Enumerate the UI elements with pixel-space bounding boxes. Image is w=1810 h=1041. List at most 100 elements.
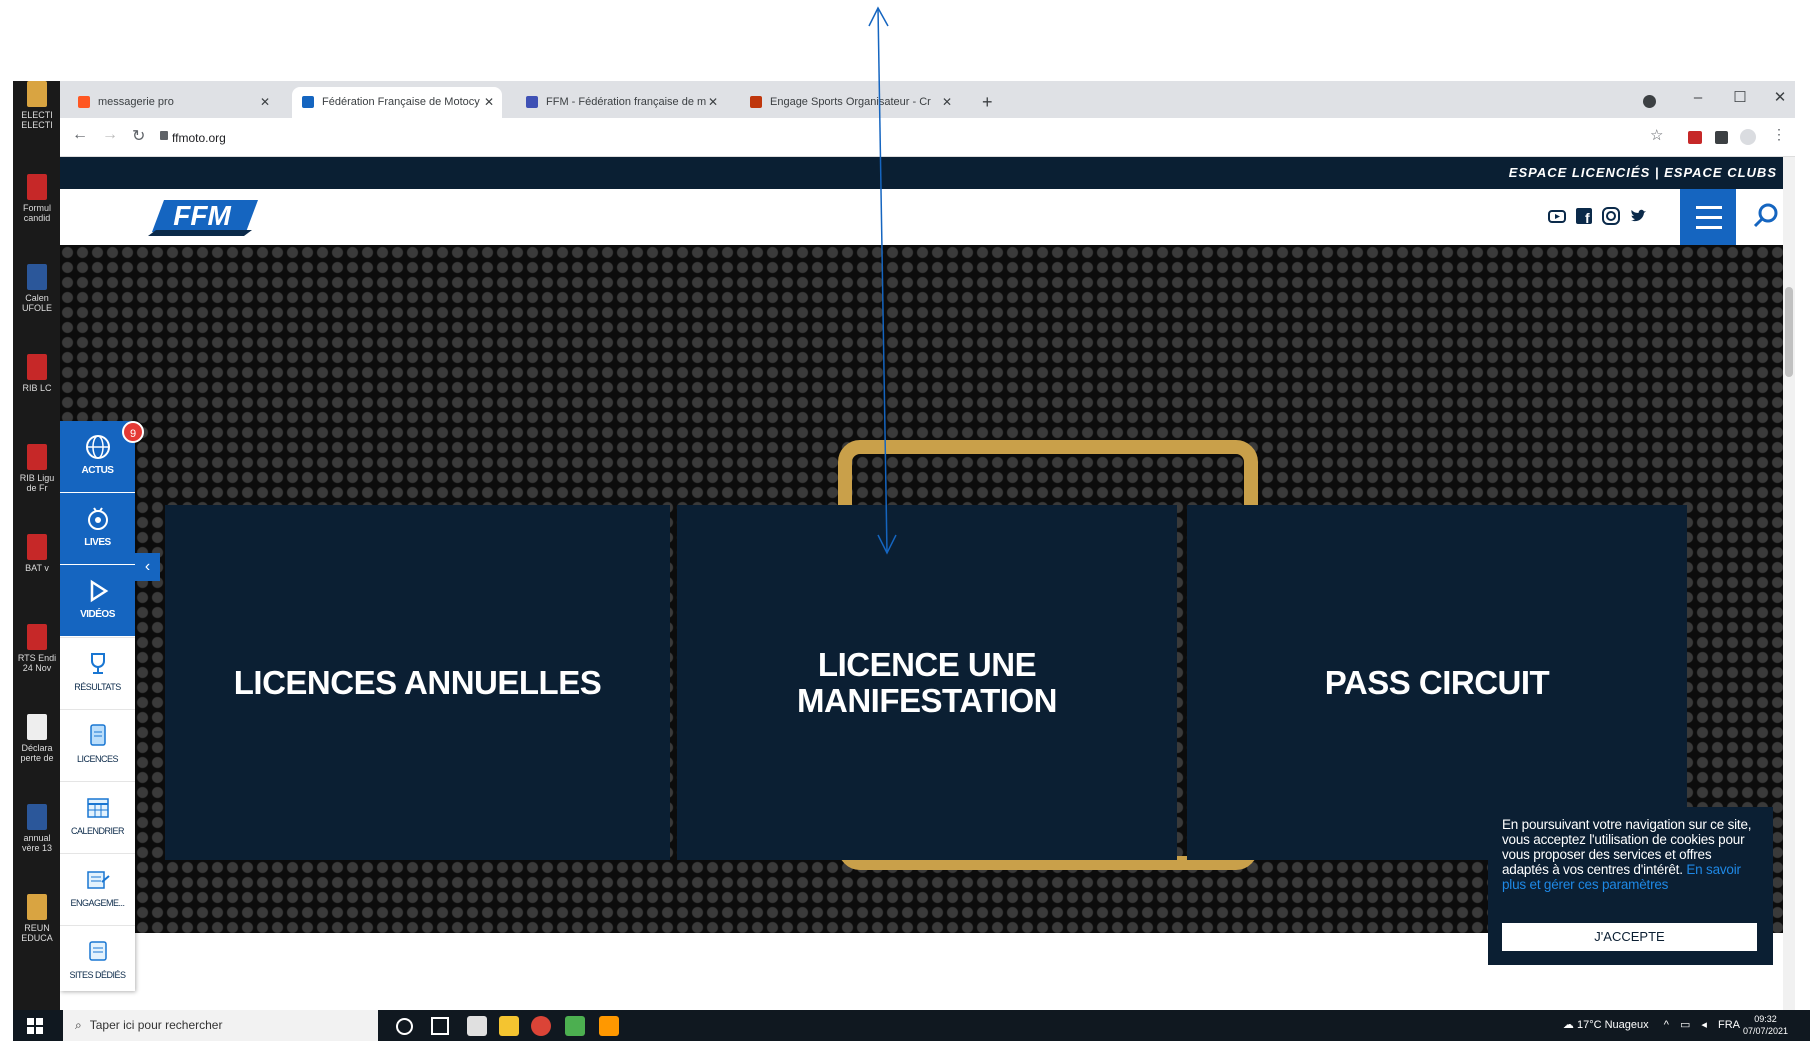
maximize-button[interactable]: ☐ <box>1720 83 1760 113</box>
tab-bar: messagerie pro ✕ Fédération Française de… <box>60 81 1795 118</box>
back-icon[interactable]: ← <box>72 126 88 144</box>
quick-licences[interactable]: LICENCES <box>60 709 135 781</box>
close-tab-icon[interactable]: ✕ <box>708 87 718 118</box>
trophy-icon <box>90 653 105 674</box>
ffm-website: ESPACE LICENCIÉS | ESPACE CLUBS FFM f LI… <box>60 157 1795 1010</box>
outlook-icon[interactable] <box>599 1016 619 1036</box>
quick-label: ENGAGEME... <box>70 898 125 908</box>
close-tab-icon[interactable]: ✕ <box>484 87 494 118</box>
file-explorer-icon[interactable] <box>499 1016 519 1036</box>
language-indicator[interactable]: FRA <box>1718 1019 1740 1031</box>
desktop-icon[interactable]: Déclara perte de <box>15 714 59 763</box>
desktop-icon[interactable]: Formul candid <box>15 174 59 223</box>
volume-icon[interactable]: ◂ <box>1701 1019 1707 1031</box>
cookie-banner: En poursuivant votre navigation sur ce s… <box>1488 807 1773 965</box>
live-icon <box>87 507 108 530</box>
windows-taskbar: ⌕ Taper ici pour rechercher ☁ 17°C Nuageu… <box>13 1010 1810 1041</box>
tab-engage-sports[interactable]: Engage Sports Organisateur - Cr ✕ <box>740 87 960 118</box>
chrome-icon[interactable] <box>531 1016 551 1036</box>
reload-icon[interactable]: ↻ <box>132 126 145 146</box>
quick-lives[interactable]: LIVES <box>60 493 135 564</box>
quick-engagements[interactable]: ENGAGEME... <box>60 853 135 925</box>
new-tab-button[interactable]: + <box>982 87 993 118</box>
quick-resultats[interactable]: RÉSULTATS <box>60 637 135 709</box>
card-licence-une-manifestation[interactable]: LICENCE UNE MANIFESTATION <box>677 505 1177 860</box>
url-field[interactable]: ffmoto.org <box>172 126 1712 150</box>
site-header: FFM f <box>60 189 1795 245</box>
weather-icon: ☁ <box>1562 1019 1574 1031</box>
quick-label: ACTUS <box>81 465 114 476</box>
windows-start-icon[interactable] <box>27 1018 43 1034</box>
facebook-icon[interactable]: f <box>1575 207 1593 225</box>
sites-icon <box>88 941 107 961</box>
tab-ffm-2[interactable]: FFM - Fédération française de m ✕ <box>516 87 726 118</box>
quick-videos[interactable]: VIDÉOS <box>60 565 135 636</box>
close-tab-icon[interactable]: ✕ <box>942 87 952 118</box>
ffm-logo-icon: FFM <box>148 200 258 236</box>
browser-window: messagerie pro ✕ Fédération Française de… <box>60 81 1795 1010</box>
collapse-menu-button[interactable]: ‹ <box>135 553 160 581</box>
close-window-button[interactable]: ✕ <box>1760 83 1800 113</box>
task-view-icon[interactable] <box>431 1017 449 1035</box>
desktop-icon[interactable]: BAT v <box>15 534 59 573</box>
bookmark-star-icon[interactable]: ☆ <box>1650 126 1663 144</box>
desktop-icons-strip: ELECTI ELECTI Formul candid Calen UFOLE … <box>13 81 60 1010</box>
store-icon[interactable] <box>467 1016 487 1036</box>
network-icon[interactable]: ▭ <box>1680 1019 1690 1031</box>
desktop-icon[interactable]: ELECTI ELECTI <box>15 81 59 130</box>
quick-label: CALENDRIER <box>70 826 125 836</box>
desktop-icon[interactable]: Calen UFOLE <box>15 264 59 313</box>
scrollbar-thumb[interactable] <box>1785 287 1793 377</box>
pdf-icon <box>27 624 47 650</box>
clock-date: 07/07/2021 <box>1742 1026 1788 1036</box>
extension-shield-icon[interactable] <box>1688 131 1702 144</box>
accept-cookies-button[interactable]: J'ACCEPTE <box>1502 923 1757 951</box>
extensions-puzzle-icon[interactable] <box>1715 131 1728 144</box>
desktop-icon[interactable]: RTS Endi 24 Nov <box>15 624 59 673</box>
pdf-icon <box>27 174 47 200</box>
tab-messagerie[interactable]: messagerie pro ✕ <box>68 87 278 118</box>
desktop-icon[interactable]: annual vère 13 <box>15 804 59 853</box>
desktop-icon[interactable]: RIB Ligu de Fr <box>15 444 59 493</box>
lock-icon <box>160 131 168 140</box>
youtube-icon[interactable] <box>1548 207 1566 225</box>
search-icon: ⌕ <box>75 1018 82 1032</box>
page-scrollbar[interactable] <box>1783 157 1795 1010</box>
quick-label: VIDÉOS <box>80 609 115 620</box>
instagram-icon[interactable] <box>1602 207 1620 225</box>
forward-icon[interactable]: → <box>102 126 118 144</box>
desktop-icon[interactable]: RIB LC <box>15 354 59 393</box>
ffm-logo[interactable]: FFM <box>142 194 262 238</box>
cortana-icon[interactable] <box>396 1018 413 1035</box>
app-icon[interactable] <box>565 1016 585 1036</box>
pdf-icon <box>27 354 47 380</box>
engagement-icon <box>86 871 110 889</box>
document-icon <box>27 714 47 740</box>
taskbar-clock[interactable]: 09:32 07/07/2021 <box>1743 1013 1788 1037</box>
twitter-icon[interactable] <box>1629 207 1647 225</box>
card-licences-annuelles[interactable]: LICENCES ANNUELLES <box>165 505 670 860</box>
notification-badge: 9 <box>122 421 144 443</box>
menu-kebab-icon[interactable]: ⋮ <box>1772 126 1786 143</box>
extension-icon[interactable] <box>1643 95 1656 108</box>
quick-sites-dedies[interactable]: SITES DÉDIÉS <box>60 925 135 997</box>
desktop-icon[interactable]: REUN EDUCA <box>15 894 59 943</box>
word-icon <box>27 264 47 290</box>
pdf-icon <box>27 444 47 470</box>
hamburger-line <box>1696 216 1722 219</box>
close-tab-icon[interactable]: ✕ <box>260 87 270 118</box>
license-icon <box>89 724 106 746</box>
quick-access-menu: ACTUS LIVES VIDÉOS RÉSULTATS LICENCES CA… <box>60 421 144 991</box>
pdf-icon <box>27 534 47 560</box>
minimize-button[interactable]: – <box>1678 83 1718 113</box>
espace-links[interactable]: ESPACE LICENCIÉS | ESPACE CLUBS <box>1509 157 1777 189</box>
profile-avatar[interactable] <box>1740 129 1756 145</box>
tab-ffm-active[interactable]: Fédération Française de Motocy ✕ <box>292 87 502 118</box>
quick-label: RÉSULTATS <box>74 682 121 692</box>
hamburger-menu-button[interactable] <box>1680 189 1736 245</box>
weather-text[interactable]: 17°C Nuageux <box>1577 1019 1649 1031</box>
taskbar-search[interactable]: ⌕ Taper ici pour rechercher <box>63 1010 378 1041</box>
tray-chevron-icon[interactable]: ^ <box>1664 1019 1669 1031</box>
quick-calendrier[interactable]: CALENDRIER <box>60 781 135 853</box>
svg-text:f: f <box>1585 210 1590 225</box>
